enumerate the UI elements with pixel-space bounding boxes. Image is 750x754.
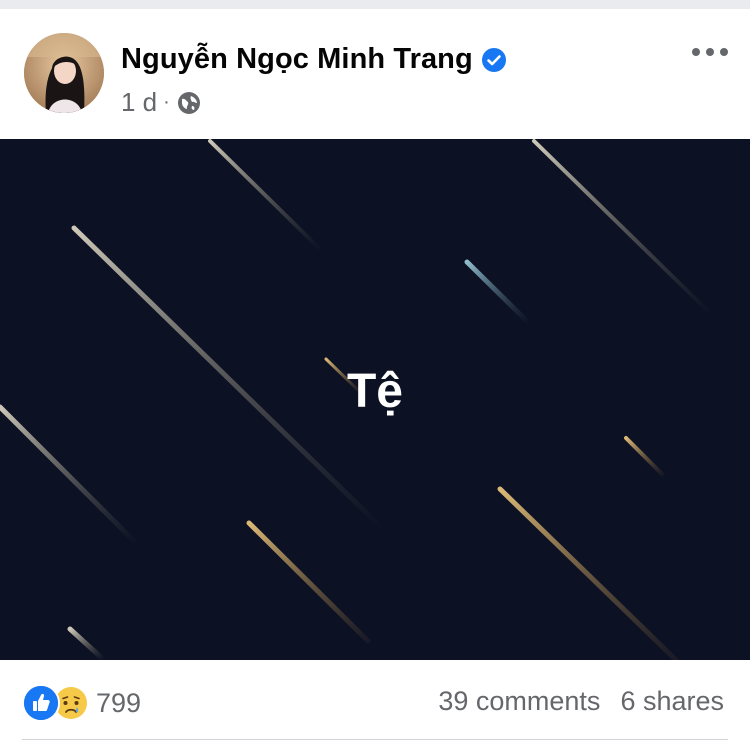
reactions-summary[interactable]: 799 xyxy=(22,684,141,722)
author-name[interactable]: Nguyễn Ngọc Minh Trang xyxy=(121,43,473,76)
author-avatar[interactable] xyxy=(24,33,104,113)
footer-divider xyxy=(22,739,728,740)
globe-icon xyxy=(176,90,202,116)
post-text: Tệ xyxy=(346,365,403,418)
comments-count-link[interactable]: 39 comments xyxy=(438,686,600,717)
more-options-icon[interactable] xyxy=(692,45,728,59)
like-reaction-icon xyxy=(22,684,60,722)
shares-count-link[interactable]: 6 shares xyxy=(620,686,724,717)
meta-separator: · xyxy=(163,91,170,113)
feed-top-gap xyxy=(0,0,750,9)
reaction-count: 799 xyxy=(96,687,142,718)
post-header: Nguyễn Ngọc Minh Trang 1 d · xyxy=(0,9,750,139)
post-timestamp[interactable]: 1 d xyxy=(121,87,157,118)
verified-badge-icon xyxy=(481,47,507,73)
post-footer: 799 39 comments 6 shares xyxy=(0,660,750,754)
post-background: Tệ xyxy=(0,139,750,660)
